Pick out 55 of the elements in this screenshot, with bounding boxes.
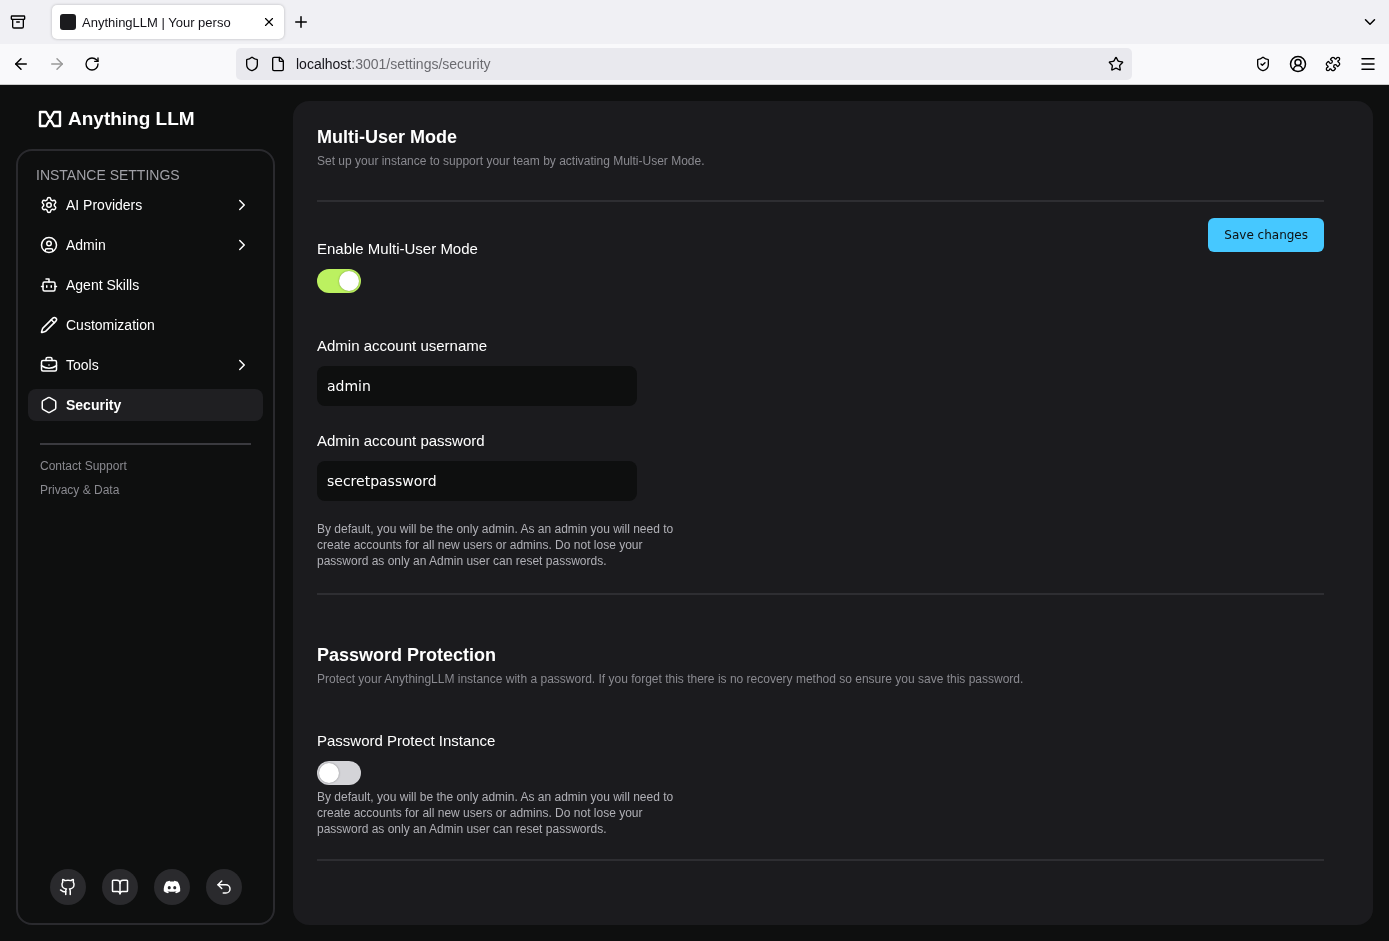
toggle-label: Enable Multi-User Mode bbox=[317, 240, 479, 257]
logo-icon bbox=[38, 110, 62, 128]
reload-icon[interactable] bbox=[84, 56, 100, 72]
github-icon bbox=[58, 878, 77, 896]
new-tab-icon[interactable] bbox=[292, 13, 310, 31]
back-icon[interactable] bbox=[12, 55, 30, 73]
favicon-icon bbox=[60, 14, 76, 30]
field-label: Admin account password bbox=[317, 432, 486, 449]
gear-icon bbox=[40, 196, 58, 214]
shield-icon bbox=[244, 56, 260, 72]
section-description: Set up your instance to support your team by activating Multi-User Mode. bbox=[317, 154, 706, 168]
section-description: Protect your AnythingLLM instance with a password. If you forget this there is no recovery method so ensure you save this password. bbox=[317, 672, 1025, 686]
toggle-switch[interactable] bbox=[317, 761, 361, 785]
sidebar-item[interactable]: Agent Skills bbox=[28, 269, 263, 301]
help-text: By default, you will be the only admin. As an admin you will need to create accounts for all new users or admins. Do not lose your password as only an Admin user can reset passwords. bbox=[317, 521, 675, 569]
section-title: INSTANCE SETTINGS bbox=[35, 166, 181, 185]
section-heading: Password Protection bbox=[317, 645, 498, 666]
toggle-label: Password Protect Instance bbox=[317, 732, 497, 749]
field-label: Admin account username bbox=[317, 337, 489, 354]
toggle-switch[interactable] bbox=[317, 269, 361, 293]
sidebar-item[interactable]: Tools bbox=[28, 349, 263, 381]
section-heading: Multi-User Mode bbox=[317, 127, 458, 148]
bookmark-icon[interactable] bbox=[1108, 56, 1124, 72]
address-bar[interactable]: localhost:3001/settings/security bbox=[236, 48, 1132, 80]
sidebar-item[interactable]: Security bbox=[28, 389, 263, 421]
account-icon[interactable] bbox=[1289, 55, 1307, 73]
sidebar-item[interactable]: Customization bbox=[28, 309, 263, 341]
tab-list-icon[interactable] bbox=[10, 14, 26, 30]
sidebar-item[interactable]: AI Providers bbox=[28, 189, 263, 221]
discord-button[interactable] bbox=[153, 869, 190, 905]
page-icon bbox=[270, 56, 286, 72]
book-button[interactable] bbox=[101, 869, 138, 905]
discord-icon bbox=[162, 878, 181, 896]
sidebar-item[interactable]: Admin bbox=[28, 229, 263, 261]
hexagon-icon bbox=[40, 396, 58, 414]
forward-icon[interactable] bbox=[48, 55, 66, 73]
extensions-icon[interactable] bbox=[1325, 56, 1341, 72]
user-icon bbox=[40, 236, 58, 254]
footer-link[interactable]: Contact Support bbox=[28, 459, 263, 473]
robot-icon bbox=[40, 276, 58, 294]
toolbox-icon bbox=[40, 356, 58, 374]
pencil-icon bbox=[40, 316, 58, 334]
footer-link[interactable]: Privacy & Data bbox=[28, 483, 263, 497]
menu-icon[interactable] bbox=[1359, 55, 1377, 73]
input-field[interactable]: admin bbox=[317, 366, 637, 406]
logo-text: Anything LLM bbox=[68, 108, 195, 130]
book-icon bbox=[110, 878, 129, 896]
undo-icon bbox=[214, 878, 233, 896]
back-button[interactable] bbox=[205, 869, 242, 905]
input-field[interactable]: secretpassword bbox=[317, 461, 637, 501]
github-button[interactable] bbox=[49, 869, 86, 905]
save-button[interactable]: Save changes bbox=[1208, 218, 1324, 252]
browser-tab[interactable]: AnythingLLM | Your perso bbox=[52, 5, 284, 39]
help-text: By default, you will be the only admin. As an admin you will need to create accounts for all new users or admins. Do not lose your password as only an Admin user can reset passwords. bbox=[317, 789, 675, 837]
close-icon[interactable] bbox=[262, 15, 276, 29]
